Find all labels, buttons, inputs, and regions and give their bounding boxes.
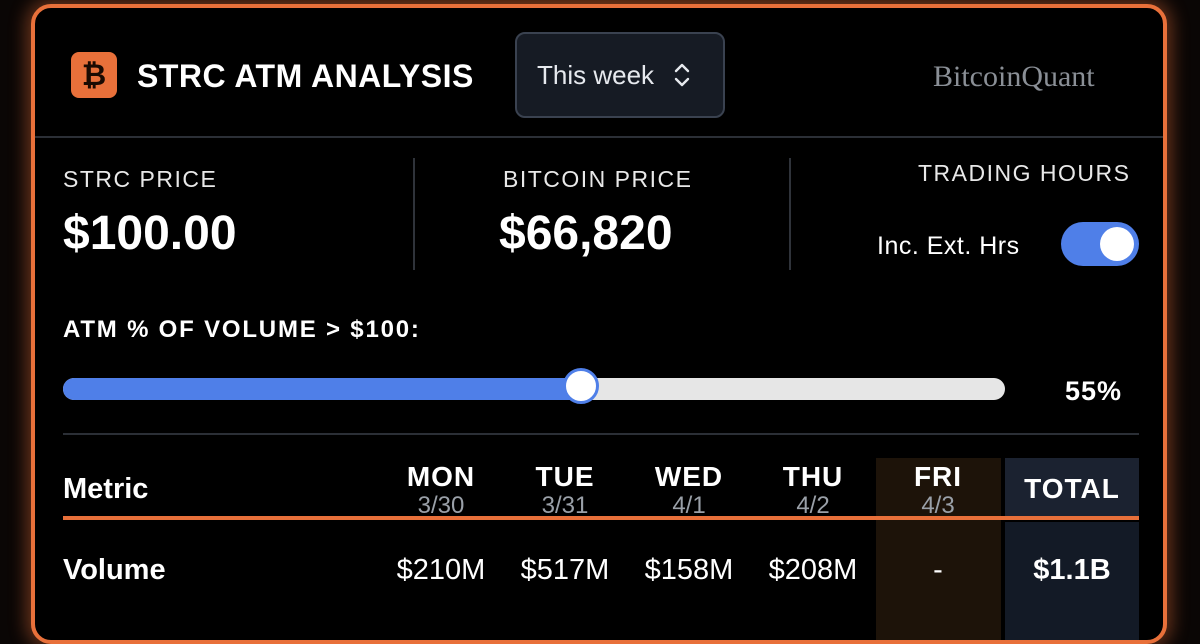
brand-logo: BitcoinQuant xyxy=(933,60,1095,93)
table-cell: - xyxy=(933,554,943,586)
table-header-underline xyxy=(63,516,1139,520)
day-name: WED xyxy=(654,461,724,492)
bitcoin-logo-icon: ₿ xyxy=(71,52,117,98)
page-title: STRC ATM ANALYSIS xyxy=(137,58,474,94)
slider-fill xyxy=(63,378,582,400)
strc-price-label: STRC PRICE xyxy=(63,166,218,192)
total-column-header: TOTAL xyxy=(1024,473,1120,504)
extended-hours-toggle[interactable] xyxy=(1061,222,1139,266)
extended-hours-label: Inc. Ext. Hrs xyxy=(877,232,1020,260)
stat-divider xyxy=(789,158,791,270)
table-cell: $517M xyxy=(520,554,610,586)
strc-price-value: $100.00 xyxy=(63,207,237,260)
bitcoin-price-value: $66,820 xyxy=(499,207,673,260)
slider-thumb[interactable] xyxy=(563,368,600,404)
chevron-up-down-icon xyxy=(674,63,690,87)
atm-analysis-panel: ₿ STRC ATM ANALYSIS This week BitcoinQua… xyxy=(31,4,1167,644)
slider-value: 55% xyxy=(1065,376,1123,406)
section-divider xyxy=(63,433,1139,435)
day-name: THU xyxy=(782,461,844,492)
header-divider xyxy=(35,136,1163,138)
table-cell: $158M xyxy=(644,554,734,586)
bitcoin-price-label: BITCOIN PRICE xyxy=(503,166,693,192)
trading-hours-label: TRADING HOURS xyxy=(918,160,1131,186)
table-cell: $208M xyxy=(768,554,858,586)
day-name: TUE xyxy=(535,461,595,492)
table-cell: $210M xyxy=(396,554,486,586)
atm-volume-slider-label: ATM % OF VOLUME > $100: xyxy=(63,316,421,343)
metric-column-header: Metric xyxy=(63,473,149,505)
period-select-value: This week xyxy=(537,59,655,90)
day-name: MON xyxy=(406,461,476,492)
atm-volume-slider[interactable] xyxy=(63,368,1005,404)
stat-divider xyxy=(413,158,415,270)
day-name: FRI xyxy=(913,461,963,492)
period-select[interactable]: This week xyxy=(515,32,725,118)
toggle-knob xyxy=(1100,227,1134,261)
table-cell-total: $1.1B xyxy=(1033,554,1111,586)
row-label-volume: Volume xyxy=(63,554,166,586)
